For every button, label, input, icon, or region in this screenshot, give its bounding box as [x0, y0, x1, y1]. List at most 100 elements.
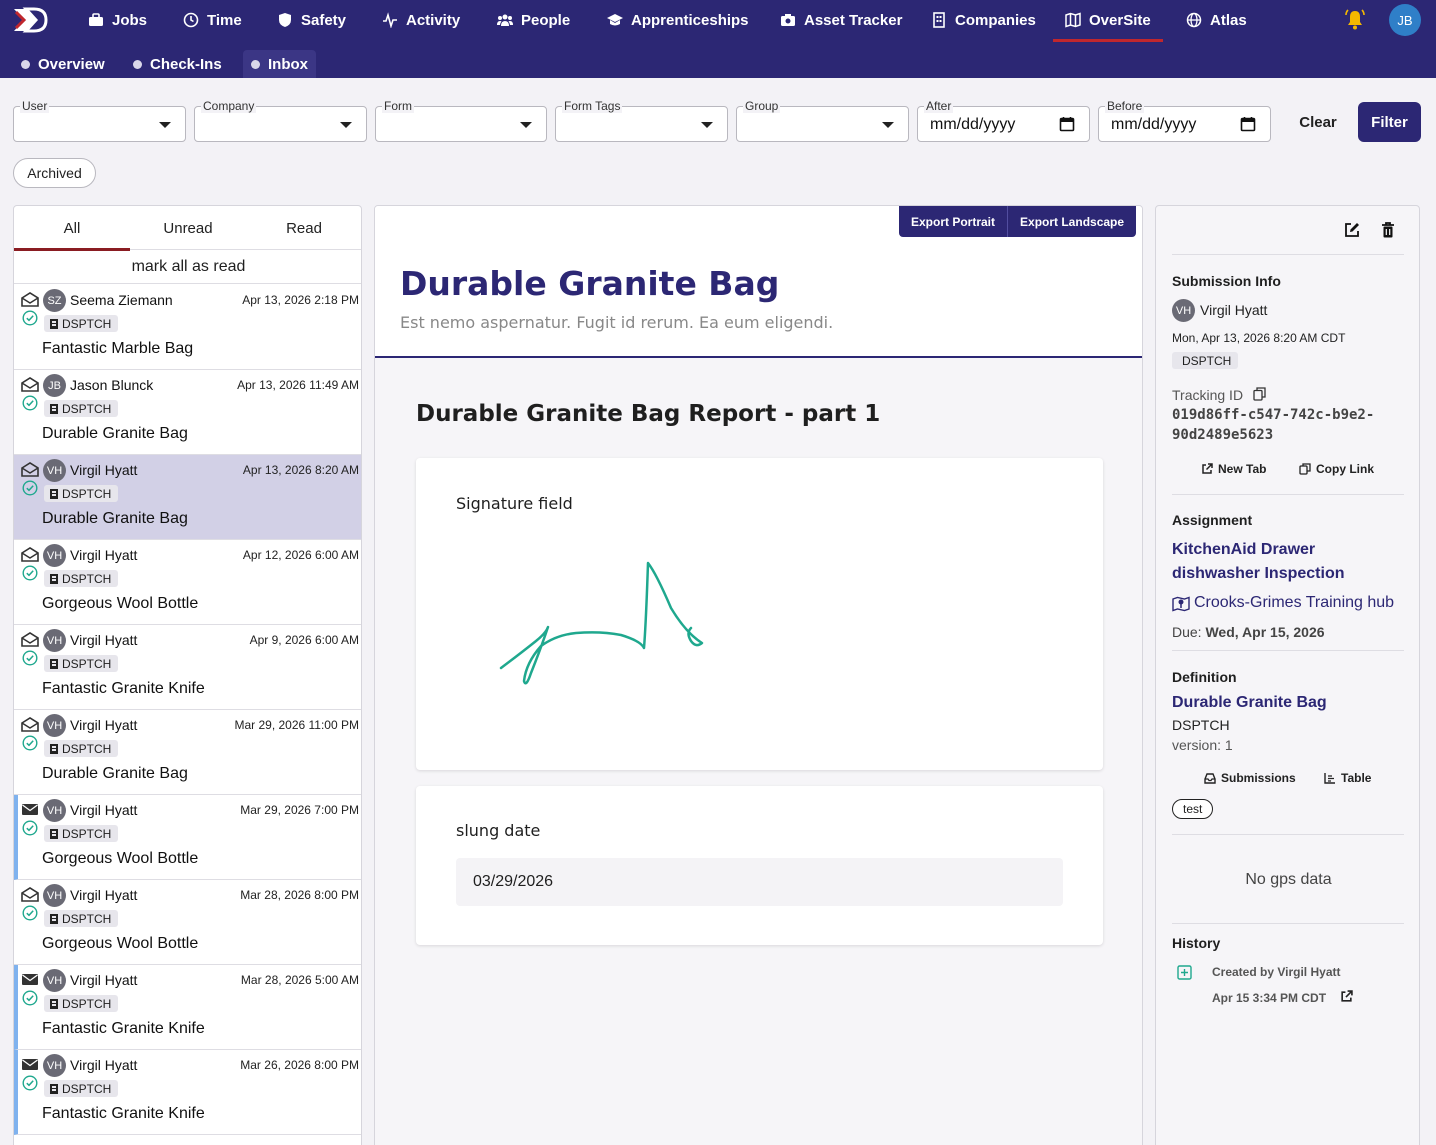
nav-asset-tracker[interactable]: Asset Tracker [780, 0, 902, 40]
external-link-icon[interactable] [1340, 990, 1353, 1003]
sender-name: Virgil Hyatt [70, 802, 138, 818]
tracking-label: Tracking ID [1172, 387, 1244, 403]
calendar-icon[interactable] [1059, 116, 1075, 132]
form-select[interactable]: Form [375, 99, 547, 142]
sender-name: Virgil Hyatt [70, 887, 138, 903]
tag-badge: DSPTCH [44, 910, 119, 927]
envelope-open-icon [21, 717, 39, 732]
export-landscape-button[interactable]: Export Landscape [1007, 206, 1136, 237]
trash-icon[interactable] [1379, 221, 1397, 239]
definition-code: DSPTCH [1172, 717, 1230, 733]
envelope-open-icon [21, 462, 39, 477]
map-icon [1065, 12, 1081, 28]
submissions-label: Submissions [1221, 771, 1296, 785]
subnav-label: Inbox [268, 55, 308, 73]
item-date: Mar 26, 2026 8:00 PM [240, 1058, 359, 1072]
filter-label: Company [201, 99, 257, 113]
new-tab-button[interactable]: New Tab [1201, 462, 1266, 476]
inbox-item[interactable]: VH Virgil Hyatt Apr 13, 2026 8:20 AM DSPTCH… [14, 455, 361, 540]
sender-name: Virgil Hyatt [70, 632, 138, 648]
tag-label: DSPTCH [62, 571, 112, 586]
tag-badge: DSPTCH [44, 315, 119, 332]
nav-apprenticeships[interactable]: Apprenticeships [607, 0, 749, 40]
inbox-item[interactable]: VH Virgil Hyatt Mar 29, 2026 7:00 PM DSPTCH… [14, 795, 361, 880]
caret-down-icon [882, 122, 894, 128]
item-date: Mar 29, 2026 11:00 PM [234, 718, 359, 732]
nav-label: Atlas [1210, 11, 1247, 29]
nav-safety[interactable]: Safety [277, 0, 346, 40]
after-date-input[interactable]: After mm/dd/yyyy [917, 99, 1090, 142]
copy-icon[interactable] [1253, 387, 1266, 401]
filter-button[interactable]: Filter [1358, 102, 1421, 142]
subnav-label: Check-Ins [150, 55, 222, 73]
location-link[interactable]: Crooks-Grimes Training hub [1194, 594, 1394, 612]
item-date: Mar 28, 2026 5:00 AM [240, 973, 359, 987]
external-link-icon [1202, 463, 1213, 474]
inbox-item[interactable]: SZ Seema Ziemann Apr 13, 2026 2:18 PM DSPTC… [14, 285, 361, 370]
tab-unread[interactable]: Unread [130, 206, 246, 250]
archived-chip[interactable]: Archived [13, 158, 96, 188]
before-date-input[interactable]: Before mm/dd/yyyy [1098, 99, 1271, 142]
avatar: VH [43, 1054, 66, 1077]
user-avatar[interactable]: JB [1389, 4, 1421, 36]
avatar: VH [43, 714, 66, 737]
submissions-button[interactable]: Submissions [1204, 771, 1296, 785]
inbox-item[interactable]: VH Virgil Hyatt Apr 9, 2026 6:00 AM DSPTCH F… [14, 625, 361, 710]
divider [1172, 650, 1404, 651]
copy-link-button[interactable]: Copy Link [1299, 462, 1374, 476]
item-date: Apr 9, 2026 6:00 AM [249, 633, 359, 647]
user-select[interactable]: User [13, 99, 186, 142]
nav-companies[interactable]: Companies [931, 0, 1036, 40]
sender-name: Virgil Hyatt [70, 972, 138, 988]
avatar: VH [1172, 299, 1195, 322]
check-circle-icon [22, 565, 38, 581]
tag-label: DSPTCH [62, 486, 112, 501]
nav-activity[interactable]: Activity [382, 0, 460, 40]
tag-badge: DSPTCH [44, 485, 119, 502]
inbox-item[interactable]: VH Virgil Hyatt Mar 28, 2026 5:00 AM DSPTCH… [14, 965, 361, 1050]
inbox-item[interactable]: VH Virgil Hyatt Mar 29, 2026 11:00 PM DSPTC… [14, 710, 361, 795]
nav-time[interactable]: Time [183, 0, 242, 40]
building-icon [50, 488, 58, 499]
subnav-overview[interactable]: Overview [13, 50, 113, 78]
tag-label: DSPTCH [62, 996, 112, 1011]
tab-read[interactable]: Read [246, 206, 361, 250]
building-icon [50, 828, 58, 839]
building-icon [50, 658, 58, 669]
due-label: Due: [1172, 624, 1202, 640]
company-select[interactable]: Company [194, 99, 367, 142]
building-icon [50, 913, 58, 924]
filter-label: After [924, 99, 954, 113]
inbox-item[interactable]: JB Jason Blunck Apr 13, 2026 11:49 AM DSPTC… [14, 370, 361, 455]
filter-label: Group [743, 99, 781, 113]
plus-square-icon [1177, 965, 1192, 980]
logo-icon[interactable] [12, 7, 48, 33]
subnav-inbox[interactable]: Inbox [243, 50, 316, 78]
table-button[interactable]: Table [1324, 771, 1371, 785]
inbox-item[interactable]: VH Virgil Hyatt Mar 26, 2026 8:00 PM DSPTCH… [14, 1050, 361, 1135]
nav-atlas[interactable]: Atlas [1186, 0, 1247, 40]
nav-people[interactable]: People [497, 0, 570, 40]
signature-label: Signature field [456, 494, 573, 513]
inbox-item[interactable]: VH Virgil Hyatt Apr 12, 2026 6:00 AM DSPTCH… [14, 540, 361, 625]
assignment-link[interactable]: KitchenAid Drawer [1172, 538, 1315, 562]
sender-name: Virgil Hyatt [70, 1057, 138, 1073]
subnav-checkins[interactable]: Check-Ins [125, 50, 230, 78]
form-tags-select[interactable]: Form Tags [555, 99, 728, 142]
assignment-link[interactable]: dishwasher Inspection [1172, 562, 1344, 586]
clear-button[interactable]: Clear [1290, 102, 1346, 142]
form-tag-chip[interactable]: test [1172, 799, 1214, 819]
edit-icon[interactable] [1343, 221, 1361, 239]
group-select[interactable]: Group [736, 99, 909, 142]
calendar-icon[interactable] [1240, 116, 1256, 132]
nav-jobs[interactable]: Jobs [88, 0, 147, 40]
mark-all-read-button[interactable]: mark all as read [14, 251, 361, 284]
inbox-item[interactable]: VH Virgil Hyatt Mar 28, 2026 8:00 PM DSPTCH… [14, 880, 361, 965]
bell-icon[interactable] [1343, 8, 1367, 32]
export-portrait-button[interactable]: Export Portrait [899, 206, 1007, 237]
envelope-open-icon [21, 632, 39, 647]
check-circle-icon [22, 395, 38, 411]
tab-all[interactable]: All [14, 206, 130, 251]
nav-oversite[interactable]: OverSite [1053, 0, 1163, 42]
definition-link[interactable]: Durable Granite Bag [1172, 691, 1327, 715]
